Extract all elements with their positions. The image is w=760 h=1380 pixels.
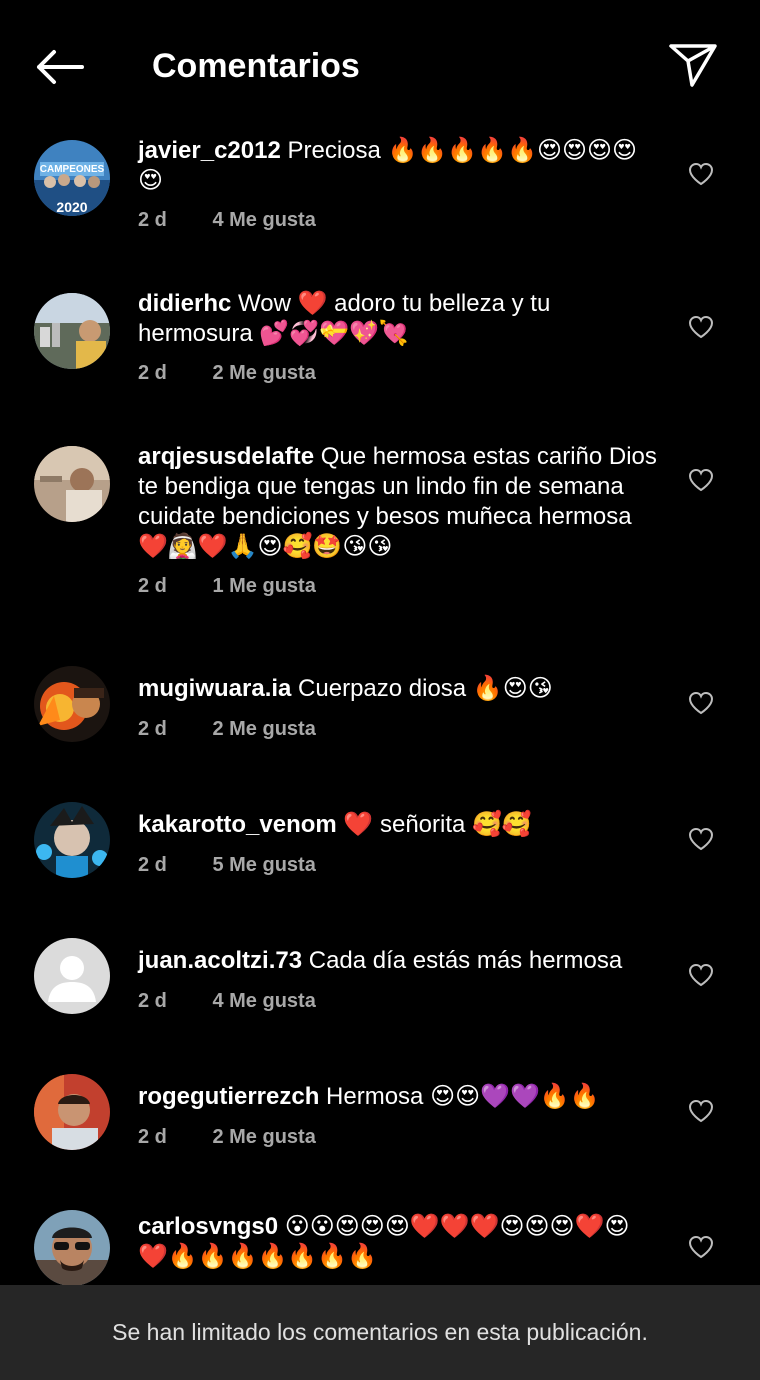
comment-body: arqjesusdelafte Que hermosa estas cariño… xyxy=(138,442,658,562)
comment-likes[interactable]: 2 Me gusta xyxy=(212,362,315,384)
comment-body: javier_c2012 Preciosa 🔥🔥🔥🔥🔥😍😍😍😍😍 xyxy=(138,136,658,196)
comment-time: 2 d xyxy=(138,209,167,231)
paper-plane-icon xyxy=(669,44,717,87)
comment-likes[interactable]: 4 Me gusta xyxy=(212,990,315,1012)
portrait-avatar[interactable] xyxy=(34,1074,110,1150)
comments-limited-banner: Se han limitado los comentarios en esta … xyxy=(0,1285,760,1380)
comments-limited-text: Se han limitado los comentarios en esta … xyxy=(112,1319,648,1345)
comment-time: 2 d xyxy=(138,854,167,876)
comment-item: didierhc Wow ❤️ adoro tu belleza y tu he… xyxy=(0,283,760,436)
comment-body: rogegutierrezch Hermosa 😍😍💜💜🔥🔥 xyxy=(138,1082,658,1112)
like-button[interactable] xyxy=(684,958,718,992)
comment-text: Cuerpazo diosa 🔥😍😘 xyxy=(298,675,553,702)
comment-text: Cada día estás más hermosa xyxy=(308,947,623,974)
comment-likes[interactable]: 4 Me gusta xyxy=(212,209,315,231)
comment-likes[interactable]: 2 Me gusta xyxy=(212,718,315,740)
comment-time: 2 d xyxy=(138,575,167,597)
comment-time: 2 d xyxy=(138,718,167,740)
comment-meta: 2 d 2 Me gusta xyxy=(138,716,316,742)
comment-meta: 2 d 2 Me gusta xyxy=(138,1124,316,1150)
heart-icon xyxy=(688,1235,714,1259)
comment-likes[interactable]: 1 Me gusta xyxy=(212,575,315,597)
back-button[interactable] xyxy=(30,42,88,92)
comment-item: carlosvngs0 😮😮😍😍😍❤️❤️❤️😍😍😍❤️😍❤️🔥🔥🔥🔥🔥🔥🔥 2… xyxy=(0,1193,760,1285)
character-avatar[interactable] xyxy=(34,802,110,878)
comment-time: 2 d xyxy=(138,362,167,384)
comment-username[interactable]: rogegutierrezch xyxy=(138,1083,319,1110)
like-button[interactable] xyxy=(684,463,718,497)
comment-body: carlosvngs0 😮😮😍😍😍❤️❤️❤️😍😍😍❤️😍❤️🔥🔥🔥🔥🔥🔥🔥 xyxy=(138,1212,658,1272)
comment-likes[interactable]: 5 Me gusta xyxy=(212,854,315,876)
comments-list[interactable]: CAMPEONES 2020 javier_c2012 Preciosa 🔥🔥🔥… xyxy=(0,130,760,1285)
heart-icon xyxy=(688,162,714,186)
like-button[interactable] xyxy=(684,310,718,344)
default-user-avatar[interactable] xyxy=(34,938,110,1014)
comment-username[interactable]: carlosvngs0 xyxy=(138,1213,278,1240)
sunglasses-avatar[interactable] xyxy=(34,1210,110,1285)
comment-username[interactable]: mugiwuara.ia xyxy=(138,675,291,702)
comment-meta: 2 d 1 Me gusta xyxy=(138,573,316,599)
comment-body: mugiwuara.ia Cuerpazo diosa 🔥😍😘 xyxy=(138,674,658,704)
comment-body: didierhc Wow ❤️ adoro tu belleza y tu he… xyxy=(138,289,658,349)
comment-item: CAMPEONES 2020 javier_c2012 Preciosa 🔥🔥🔥… xyxy=(0,130,760,283)
photo-avatar[interactable] xyxy=(34,446,110,522)
comment-time: 2 d xyxy=(138,1126,167,1148)
comment-likes[interactable]: 2 Me gusta xyxy=(212,1126,315,1148)
comment-username[interactable]: arqjesusdelafte xyxy=(138,443,314,470)
like-button[interactable] xyxy=(684,686,718,720)
comment-username[interactable]: kakarotto_venom xyxy=(138,811,337,838)
comment-item: juan.acoltzi.73 Cada día estás más hermo… xyxy=(0,921,760,1057)
like-button[interactable] xyxy=(684,1094,718,1128)
comment-item: mugiwuara.ia Cuerpazo diosa 🔥😍😘 2 d 2 Me… xyxy=(0,649,760,785)
comment-meta: 2 d 2 Me gusta xyxy=(138,360,316,386)
like-button[interactable] xyxy=(684,1230,718,1264)
anime-fire-avatar[interactable] xyxy=(34,666,110,742)
comment-username[interactable]: javier_c2012 xyxy=(138,137,281,164)
comment-text: Hermosa 😍😍💜💜🔥🔥 xyxy=(326,1083,600,1110)
arrow-left-icon xyxy=(37,50,84,84)
comment-body: kakarotto_venom ❤️ señorita 🥰🥰 xyxy=(138,810,658,840)
svg-text:2020: 2020 xyxy=(56,199,87,215)
comment-meta: 2 d 4 Me gusta xyxy=(138,207,316,233)
comment-meta: 2 d 4 Me gusta xyxy=(138,988,316,1014)
heart-icon xyxy=(688,691,714,715)
comment-item: arqjesusdelafte Que hermosa estas cariño… xyxy=(0,436,760,649)
comment-item: kakarotto_venom ❤️ señorita 🥰🥰 2 d 5 Me … xyxy=(0,785,760,921)
header-bar: Comentarios xyxy=(0,0,760,130)
team-photo-avatar[interactable]: CAMPEONES 2020 xyxy=(34,140,110,216)
comment-meta: 2 d 5 Me gusta xyxy=(138,852,316,878)
comment-text: ❤️ señorita 🥰🥰 xyxy=(343,811,532,838)
comment-username[interactable]: didierhc xyxy=(138,290,231,317)
comment-item: rogegutierrezch Hermosa 😍😍💜💜🔥🔥 2 d 2 Me … xyxy=(0,1057,760,1193)
heart-icon xyxy=(688,468,714,492)
comment-body: juan.acoltzi.73 Cada día estás más hermo… xyxy=(138,946,658,976)
svg-text:CAMPEONES: CAMPEONES xyxy=(40,164,105,175)
comment-time: 2 d xyxy=(138,990,167,1012)
heart-icon xyxy=(688,1099,714,1123)
selfie-avatar[interactable] xyxy=(34,293,110,369)
like-button[interactable] xyxy=(684,157,718,191)
heart-icon xyxy=(688,315,714,339)
heart-icon xyxy=(688,963,714,987)
like-button[interactable] xyxy=(684,822,718,856)
heart-icon xyxy=(688,827,714,851)
comment-username[interactable]: juan.acoltzi.73 xyxy=(138,947,302,974)
share-button[interactable] xyxy=(664,38,722,92)
page-title: Comentarios xyxy=(152,47,360,85)
